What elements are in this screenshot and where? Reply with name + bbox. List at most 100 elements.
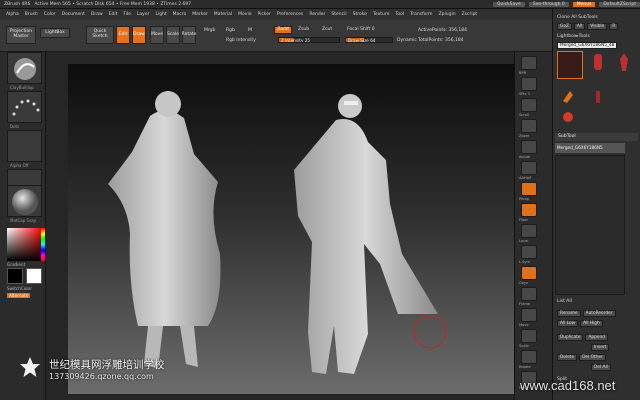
- goz-button[interactable]: GoZ: [557, 22, 572, 30]
- zoom-button[interactable]: [521, 119, 537, 133]
- duplicate-button[interactable]: Duplicate: [557, 333, 584, 341]
- menu-light[interactable]: Light: [155, 12, 166, 17]
- scroll-button[interactable]: [521, 98, 537, 112]
- all-low-button[interactable]: All Low: [557, 319, 579, 327]
- material-thumbnail[interactable]: [7, 185, 42, 217]
- brush-thumbnail[interactable]: [7, 52, 42, 84]
- aahalf-button[interactable]: [521, 161, 537, 175]
- actual-button[interactable]: [521, 140, 537, 154]
- autoreorder-button[interactable]: AutoReorder: [582, 309, 616, 317]
- m-toggle[interactable]: M: [248, 28, 252, 33]
- rename-button[interactable]: Rename: [557, 309, 581, 317]
- del-other-button[interactable]: Del Other: [579, 353, 606, 361]
- primary-color-swatch[interactable]: [26, 268, 42, 284]
- menu-zplugin[interactable]: Zplugin: [439, 12, 456, 17]
- zadd-button[interactable]: Zadd: [274, 26, 292, 34]
- tool-thumb-qsphere[interactable]: [559, 111, 577, 123]
- dynamic-toggle[interactable]: Dynamic: [397, 38, 417, 43]
- menu-alpha[interactable]: Alpha: [6, 12, 19, 17]
- bpr-button[interactable]: [521, 56, 537, 70]
- secondary-color-swatch[interactable]: [7, 268, 23, 284]
- persp-button[interactable]: [521, 182, 537, 196]
- current-tool-label[interactable]: Merged_G6X6Y186N5_48: [557, 41, 618, 49]
- menu-macro[interactable]: Macro: [173, 12, 187, 17]
- alternate-button[interactable]: Alternate: [7, 293, 31, 298]
- menu-color[interactable]: Color: [44, 12, 56, 17]
- quick-sketch-button[interactable]: Quick Sketch: [86, 26, 114, 44]
- tool-thumb-merged[interactable]: [557, 51, 583, 79]
- move-view-button[interactable]: [521, 308, 537, 322]
- menus-button[interactable]: Menus: [572, 1, 596, 7]
- delete-button[interactable]: Delete: [557, 353, 578, 361]
- draw-size-slider[interactable]: Draw Size 64: [345, 37, 393, 43]
- insert-button[interactable]: Insert: [591, 343, 610, 351]
- tool-thumb-pm3d[interactable]: [613, 51, 635, 73]
- lightbox-tools-button[interactable]: Lightbox▸Tools: [557, 32, 636, 40]
- menu-stroke[interactable]: Stroke: [353, 12, 367, 17]
- rgb-intensity-slider[interactable]: Rgb Intensity: [226, 38, 256, 43]
- tool-thumb-cylinder[interactable]: [587, 51, 609, 73]
- lsym-button[interactable]: [521, 245, 537, 259]
- tool-thumb-merged2[interactable]: [587, 89, 609, 105]
- z-intensity-slider[interactable]: Z Intensity 25: [278, 37, 340, 43]
- default-zscript-button[interactable]: DefaultZScript: [599, 1, 640, 7]
- draw-button[interactable]: Draw: [132, 26, 146, 44]
- menu-preferences[interactable]: Preferences: [277, 12, 303, 17]
- switch-color-button[interactable]: SwitchColor: [7, 286, 32, 291]
- spix-button[interactable]: [521, 77, 537, 91]
- menu-marker[interactable]: Marker: [192, 12, 208, 17]
- menu-brush[interactable]: Brush: [25, 12, 38, 17]
- canvas-viewport[interactable]: [68, 64, 514, 394]
- local-button[interactable]: [521, 224, 537, 238]
- menu-layer[interactable]: Layer: [137, 12, 150, 17]
- menu-movie[interactable]: Movie: [238, 12, 251, 17]
- append-button[interactable]: Append: [585, 333, 608, 341]
- del-all-button[interactable]: Del All: [591, 363, 611, 371]
- quicksave-button[interactable]: QuickSave: [492, 1, 525, 7]
- see-through-slider[interactable]: See-through 0: [528, 1, 569, 7]
- rgb-toggle[interactable]: Rgb: [226, 28, 235, 33]
- move-button[interactable]: Move: [150, 26, 164, 44]
- goz-all-button[interactable]: All: [573, 22, 586, 30]
- floor-button[interactable]: [521, 203, 537, 217]
- gradient-label[interactable]: Gradient: [7, 262, 25, 267]
- projection-master-button[interactable]: Projection Master: [6, 26, 36, 44]
- menu-material[interactable]: Material: [214, 12, 232, 17]
- goz-r-button[interactable]: R: [609, 22, 619, 30]
- alpha-thumbnail[interactable]: [7, 130, 42, 162]
- stroke-thumbnail[interactable]: [7, 91, 42, 123]
- edit-button[interactable]: Edit: [116, 26, 130, 44]
- menu-transform[interactable]: Transform: [410, 12, 432, 17]
- menu-edit[interactable]: Edit: [109, 12, 118, 17]
- rotate-view-button[interactable]: [521, 350, 537, 364]
- menu-tool[interactable]: Tool: [395, 12, 404, 17]
- mrgb-toggle[interactable]: Mrgb: [204, 28, 215, 33]
- gxyz-button[interactable]: [521, 266, 537, 280]
- subtool-list[interactable]: [555, 155, 625, 295]
- focal-shift-slider[interactable]: Focal Shift 0: [347, 27, 375, 32]
- scale-button[interactable]: Scale: [166, 26, 180, 44]
- list-all-button[interactable]: List All: [557, 297, 636, 305]
- hue-strip[interactable]: [41, 228, 45, 261]
- color-picker[interactable]: [7, 228, 45, 261]
- clone-all-subtools-button[interactable]: Clone All SubTools: [557, 13, 636, 21]
- lightbox-button[interactable]: LightBox: [40, 28, 70, 38]
- menu-document[interactable]: Document: [62, 12, 85, 17]
- menu-texture[interactable]: Texture: [373, 12, 389, 17]
- zsub-button[interactable]: Zsub: [298, 27, 309, 32]
- menu-stencil[interactable]: Stencil: [331, 12, 346, 17]
- tool-thumb-simplebrush[interactable]: [559, 89, 581, 105]
- menu-zscript[interactable]: Zscript: [462, 12, 478, 17]
- menu-picker[interactable]: Picker: [257, 12, 270, 17]
- menu-render[interactable]: Render: [309, 12, 325, 17]
- menu-draw[interactable]: Draw: [91, 12, 103, 17]
- frame-button[interactable]: [521, 287, 537, 301]
- scale-view-button[interactable]: [521, 329, 537, 343]
- menu-file[interactable]: File: [123, 12, 131, 17]
- subtool-list-item[interactable]: Merged_G6X6Y186N5: [555, 143, 625, 153]
- all-high-button[interactable]: All High: [580, 319, 603, 327]
- rotate-button[interactable]: Rotate: [182, 26, 196, 44]
- zcut-button[interactable]: Zcut: [322, 27, 332, 32]
- goz-visible-button[interactable]: Visible: [587, 22, 608, 30]
- subtool-header[interactable]: SubTool: [555, 133, 638, 141]
